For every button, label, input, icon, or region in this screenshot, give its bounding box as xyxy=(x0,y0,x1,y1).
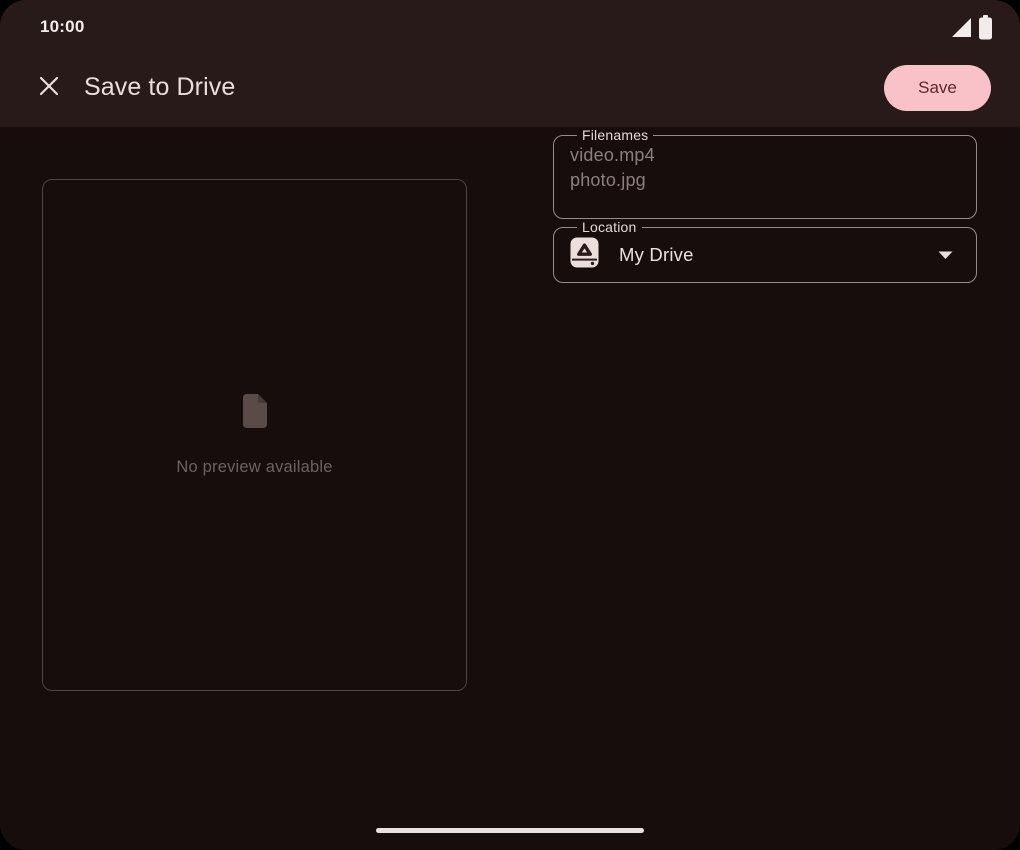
caret-down-icon xyxy=(937,250,954,260)
app-bar: Save to Drive Save xyxy=(0,48,1020,127)
status-bar: 10:00 xyxy=(0,0,1020,48)
page-title: Save to Drive xyxy=(84,73,235,102)
location-dropdown[interactable]: Location My Drive xyxy=(553,219,977,283)
main-content: No preview available Filenames video.mp4… xyxy=(0,127,1020,850)
cellular-signal-icon xyxy=(950,16,973,39)
save-button[interactable]: Save xyxy=(884,65,991,111)
status-time: 10:00 xyxy=(40,17,84,37)
location-selected-value: My Drive xyxy=(619,244,694,266)
preview-panel: No preview available xyxy=(42,179,467,691)
no-preview-message: No preview available xyxy=(176,458,332,477)
close-button[interactable] xyxy=(30,69,68,107)
top-band: 10:00 xyxy=(0,0,1020,127)
filename-item: video.mp4 xyxy=(570,143,960,168)
drive-storage-icon xyxy=(570,237,599,273)
form-column: Filenames video.mp4 photo.jpg Location xyxy=(553,127,977,283)
gesture-navigation-bar[interactable] xyxy=(376,828,644,833)
location-label: Location xyxy=(577,219,642,235)
close-icon xyxy=(37,74,61,101)
battery-icon xyxy=(978,15,993,40)
filename-item: photo.jpg xyxy=(570,168,960,193)
save-to-drive-screen: 10:00 xyxy=(0,0,1020,850)
filenames-label: Filenames xyxy=(577,127,653,143)
document-file-icon xyxy=(240,393,270,434)
location-row: My Drive xyxy=(570,235,960,279)
status-icons xyxy=(950,15,993,40)
filenames-field[interactable]: Filenames video.mp4 photo.jpg xyxy=(553,127,977,219)
